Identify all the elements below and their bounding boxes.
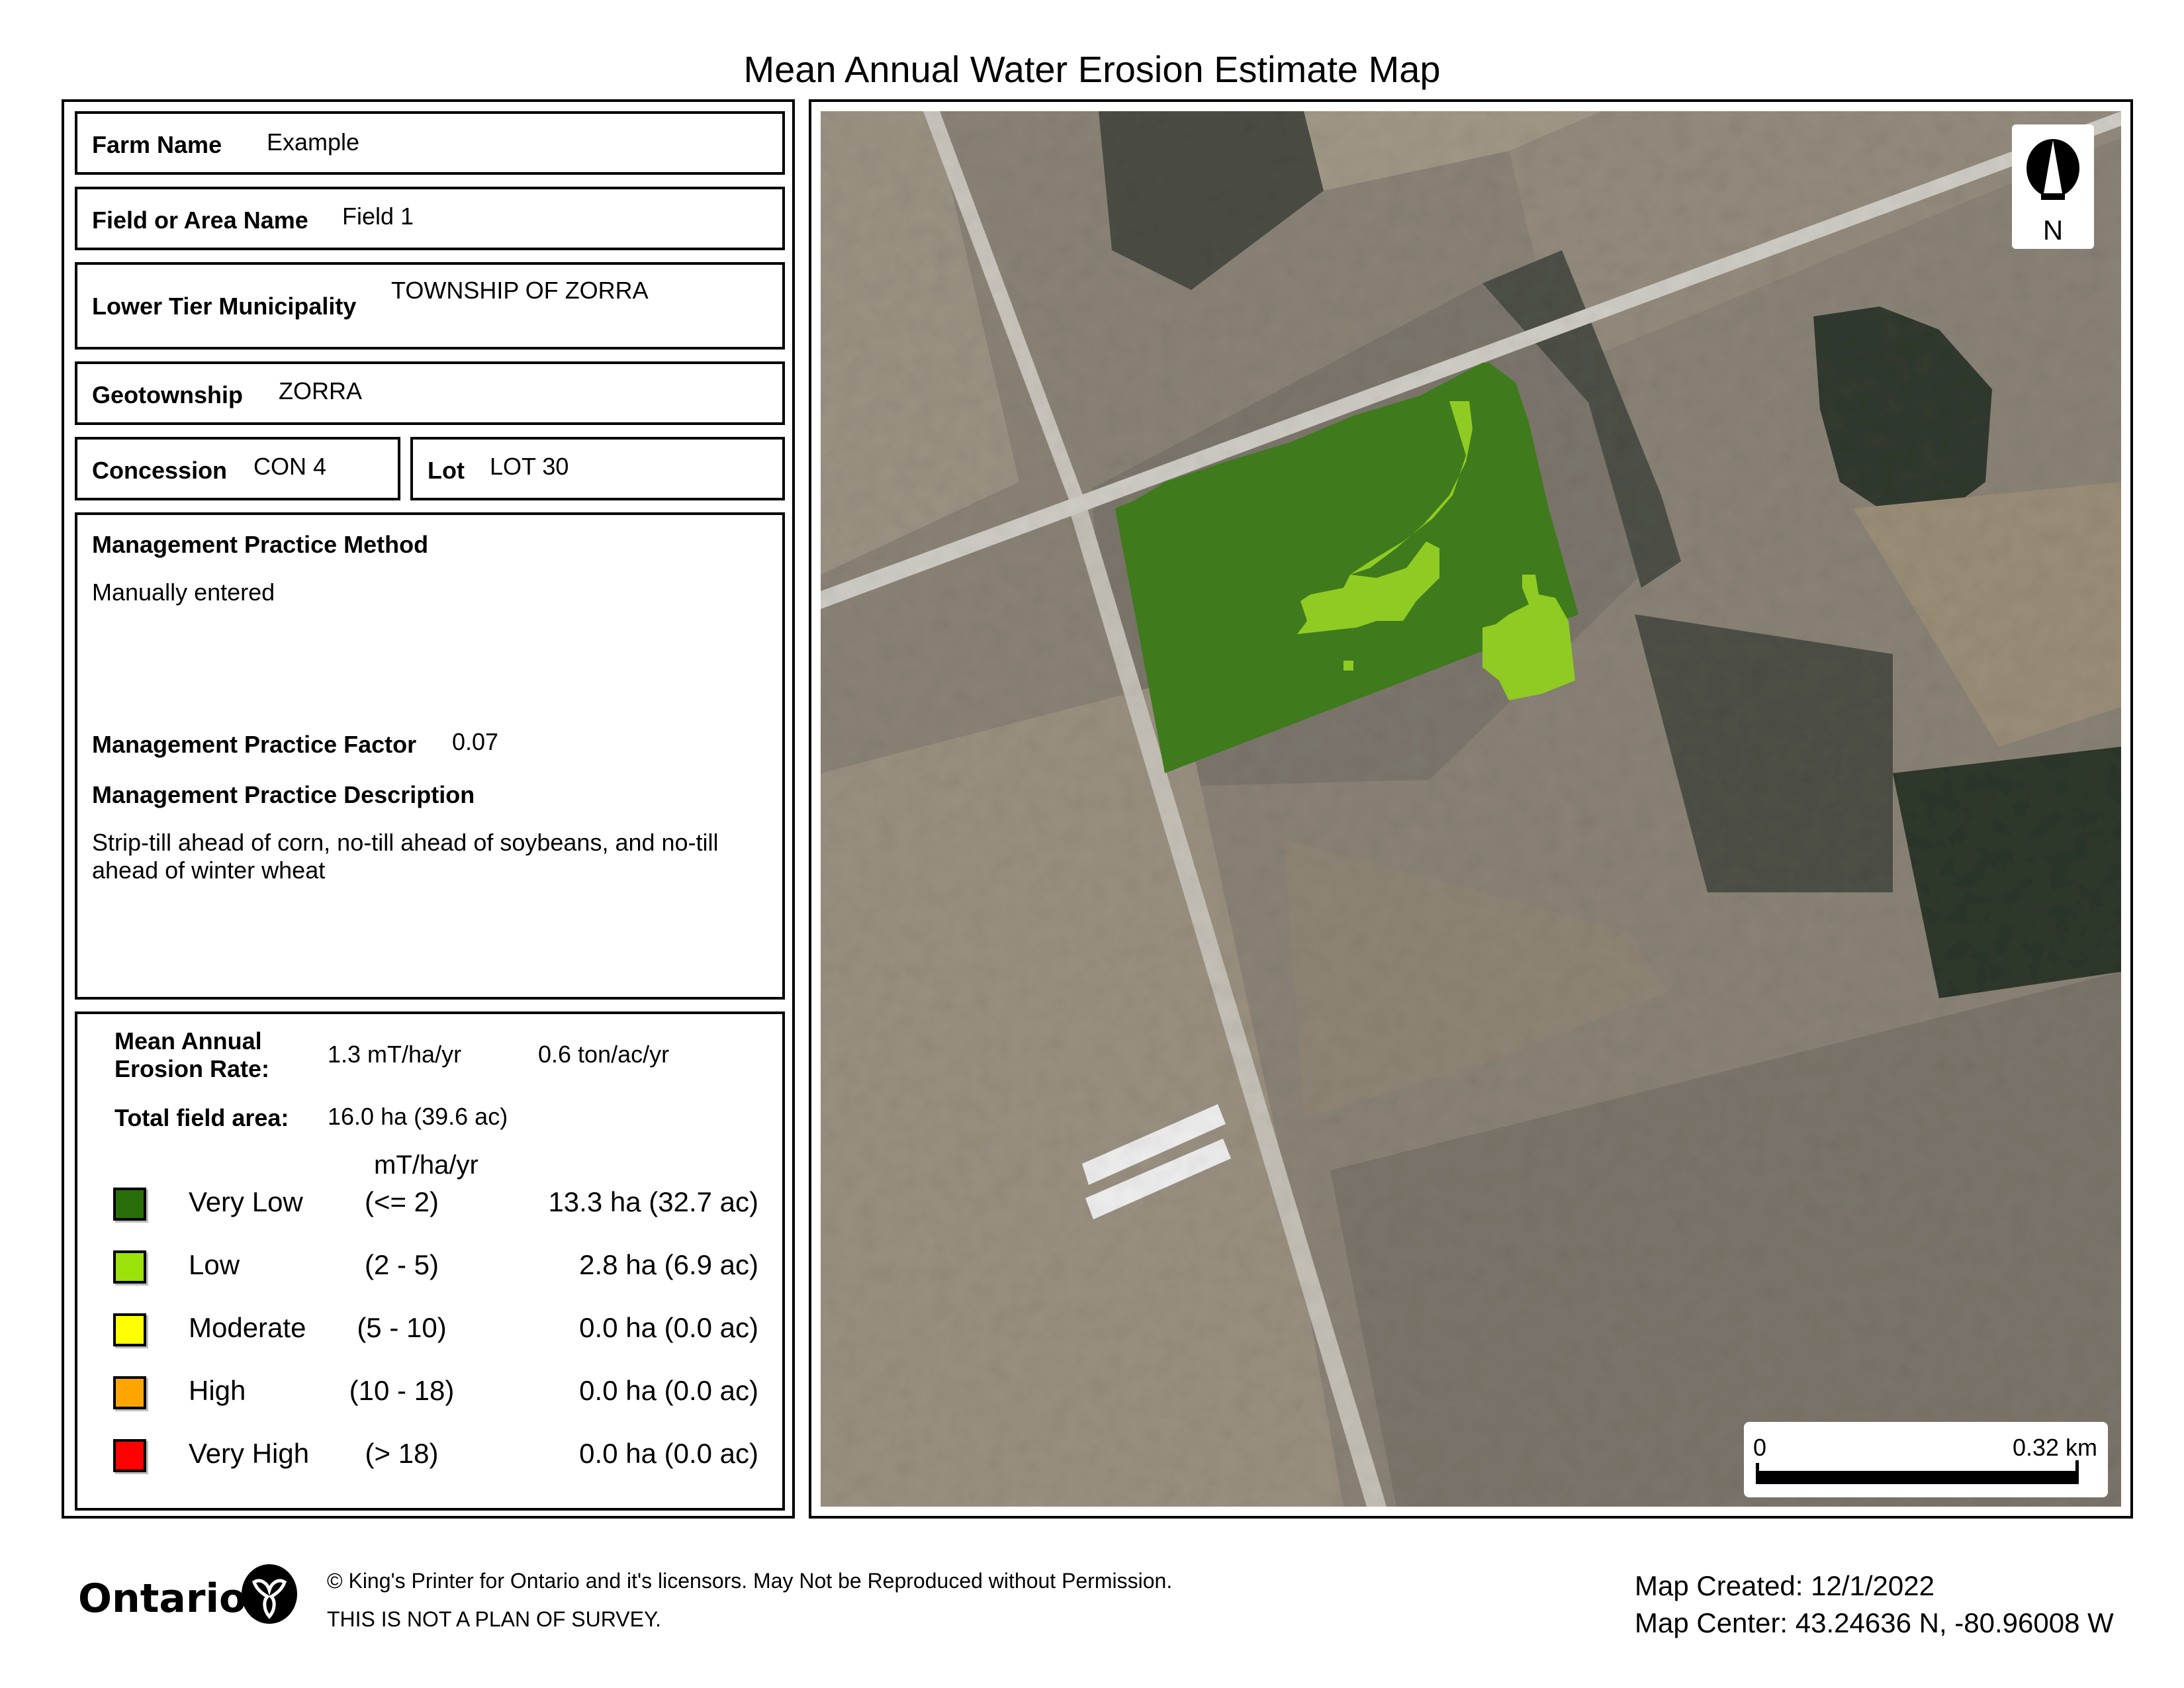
rate-label-line2: Erosion Rate: [114,1055,270,1082]
municipality-label: Lower Tier Municipality [92,293,357,320]
rate-metric-value: 1.3 mT/ha/yr [328,1041,462,1068]
lot-value: LOT 30 [490,453,569,480]
scale-bar-line [1756,1471,2079,1484]
map-center-coordinates: Map Center: 43.24636 N, -80.96008 W [1635,1607,2114,1638]
geotownship-value: ZORRA [279,377,362,404]
concession-value: CON 4 [253,453,327,480]
scale-start-label: 0 [1753,1434,1767,1461]
legend-swatch [113,1188,146,1221]
municipality-value: TOWNSHIP OF ZORRA [391,277,649,304]
legend-area-value: 13.3 ha (32.7 ac) [548,1186,758,1217]
legend-class-label: Very High [189,1438,310,1469]
geotownship-label: Geotownship [92,381,243,408]
rate-imperial-value: 0.6 ton/ac/yr [538,1041,670,1068]
legend-class-label: Very Low [189,1186,303,1217]
method-label: Management Practice Method [92,531,429,558]
legend-area-value: 0.0 ha (0.0 ac) [579,1312,758,1343]
scale-tick-start [1756,1463,1759,1472]
legend-class-label: Low [189,1249,240,1280]
legend-range-label: (5 - 10) [357,1312,447,1343]
factor-value: 0.07 [452,728,499,755]
scale-end-label: 0.32 km [2012,1434,2097,1461]
management-box: Management Practice Method Manually ente… [75,512,785,1000]
north-label: N [2042,214,2064,246]
legend-swatch [113,1376,146,1409]
legend-class-label: High [189,1375,246,1406]
legend-swatch [113,1250,146,1284]
legend-range-label: (2 - 5) [364,1249,439,1280]
survey-disclaimer: THIS IS NOT A PLAN OF SURVEY. [327,1607,662,1631]
legend-range-label: (10 - 18) [349,1375,455,1406]
units-header: mT/ha/yr [374,1150,478,1180]
field-name-label: Field or Area Name [92,207,308,234]
legend-area-value: 0.0 ha (0.0 ac) [579,1375,758,1406]
erosion-summary-box: Mean Annual Erosion Rate: 1.3 mT/ha/yr 0… [75,1011,785,1511]
factor-label: Management Practice Factor [92,731,417,758]
scale-tick-end [2075,1460,2079,1472]
farm-name-box: Farm Name Example [75,111,785,175]
area-label: Total field area: [114,1104,289,1131]
concession-label: Concession [92,457,228,484]
field-name-value: Field 1 [342,203,414,230]
geotownship-box: Geotownship ZORRA [75,361,785,425]
method-value: Manually entered [92,579,275,606]
lot-box: Lot LOT 30 [410,437,785,500]
description-label: Management Practice Description [92,781,475,808]
legend-area-value: 0.0 ha (0.0 ac) [579,1438,758,1469]
farm-name-value: Example [267,128,360,156]
description-value: Strip-till ahead of corn, no-till ahead … [92,829,719,884]
field-name-box: Field or Area Name Field 1 [75,187,785,250]
aerial-map-canvas[interactable] [821,111,2121,1507]
legend-swatch [113,1313,146,1346]
rate-label-line1: Mean Annual [114,1027,262,1055]
area-value: 16.0 ha (39.6 ac) [328,1103,508,1130]
legend-area-value: 2.8 ha (6.9 ac) [579,1249,758,1280]
ontario-trillium-icon [242,1564,297,1624]
rate-label: Mean Annual Erosion Rate: [114,1027,269,1083]
aerial-map[interactable]: N 0 0.32 km [821,111,2121,1507]
legend-class-label: Moderate [189,1312,306,1343]
copyright-notice: © King's Printer for Ontario and it's li… [327,1569,1173,1593]
ontario-wordmark: Ontario [78,1575,247,1622]
farm-name-label: Farm Name [92,131,222,158]
municipality-box: Lower Tier Municipality TOWNSHIP OF ZORR… [75,262,785,350]
low-erosion-speck [1343,661,1353,671]
legend-range-label: (> 18) [365,1438,439,1469]
north-arrow: N [2012,124,2094,249]
scale-bar: 0 0.32 km [1744,1422,2108,1497]
legend-swatch [113,1439,146,1472]
north-arrow-icon [2026,139,2079,200]
map-title: Mean Annual Water Erosion Estimate Map [743,48,1441,90]
lot-label: Lot [428,457,465,484]
map-created-date: Map Created: 12/1/2022 [1635,1570,1934,1601]
concession-box: Concession CON 4 [75,437,400,500]
legend-range-label: (<= 2) [364,1186,439,1217]
